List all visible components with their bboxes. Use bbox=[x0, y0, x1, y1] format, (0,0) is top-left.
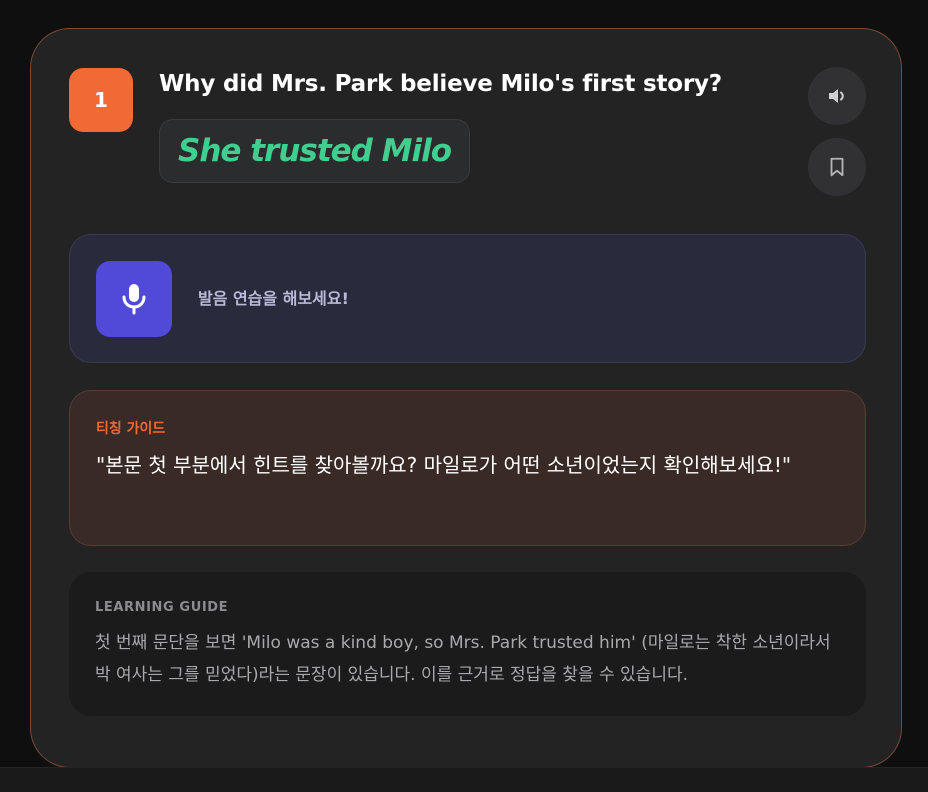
speaker-icon bbox=[829, 89, 844, 103]
teaching-guide-panel: 티칭 가이드 "본문 첫 부분에서 힌트를 찾아볼까요? 마일로가 어떤 소년이… bbox=[69, 390, 866, 546]
answer-text: She trusted Milo bbox=[178, 133, 452, 169]
page: 1 Why did Mrs. Park believe Milo's first… bbox=[0, 0, 928, 792]
pronunciation-label: 발음 연습을 해보세요! bbox=[198, 289, 349, 308]
record-button[interactable] bbox=[96, 261, 172, 337]
question-card: 1 Why did Mrs. Park believe Milo's first… bbox=[30, 28, 902, 768]
question-text: Why did Mrs. Park believe Milo's first s… bbox=[159, 71, 722, 97]
pronunciation-panel: 발음 연습을 해보세요! bbox=[69, 234, 866, 363]
learning-guide-text: 첫 번째 문단을 보면 'Milo was a kind boy, so Mrs… bbox=[95, 633, 831, 685]
teaching-guide-title: 티칭 가이드 bbox=[96, 421, 166, 437]
bookmark-icon bbox=[830, 157, 844, 177]
bottom-bar bbox=[0, 767, 928, 792]
teaching-guide-quote: "본문 첫 부분에서 힌트를 찾아볼까요? 마일로가 어떤 소년이었는지 확인해… bbox=[96, 453, 792, 477]
learning-guide-panel: LEARNING GUIDE 첫 번째 문단을 보면 'Milo was a k… bbox=[69, 572, 866, 716]
bookmark-button[interactable] bbox=[808, 138, 866, 196]
learning-guide-title: LEARNING GUIDE bbox=[95, 600, 229, 615]
question-number-badge: 1 bbox=[69, 68, 133, 132]
answer-chip[interactable]: She trusted Milo bbox=[159, 119, 471, 183]
speaker-button[interactable] bbox=[808, 67, 866, 125]
microphone-icon bbox=[122, 284, 146, 315]
